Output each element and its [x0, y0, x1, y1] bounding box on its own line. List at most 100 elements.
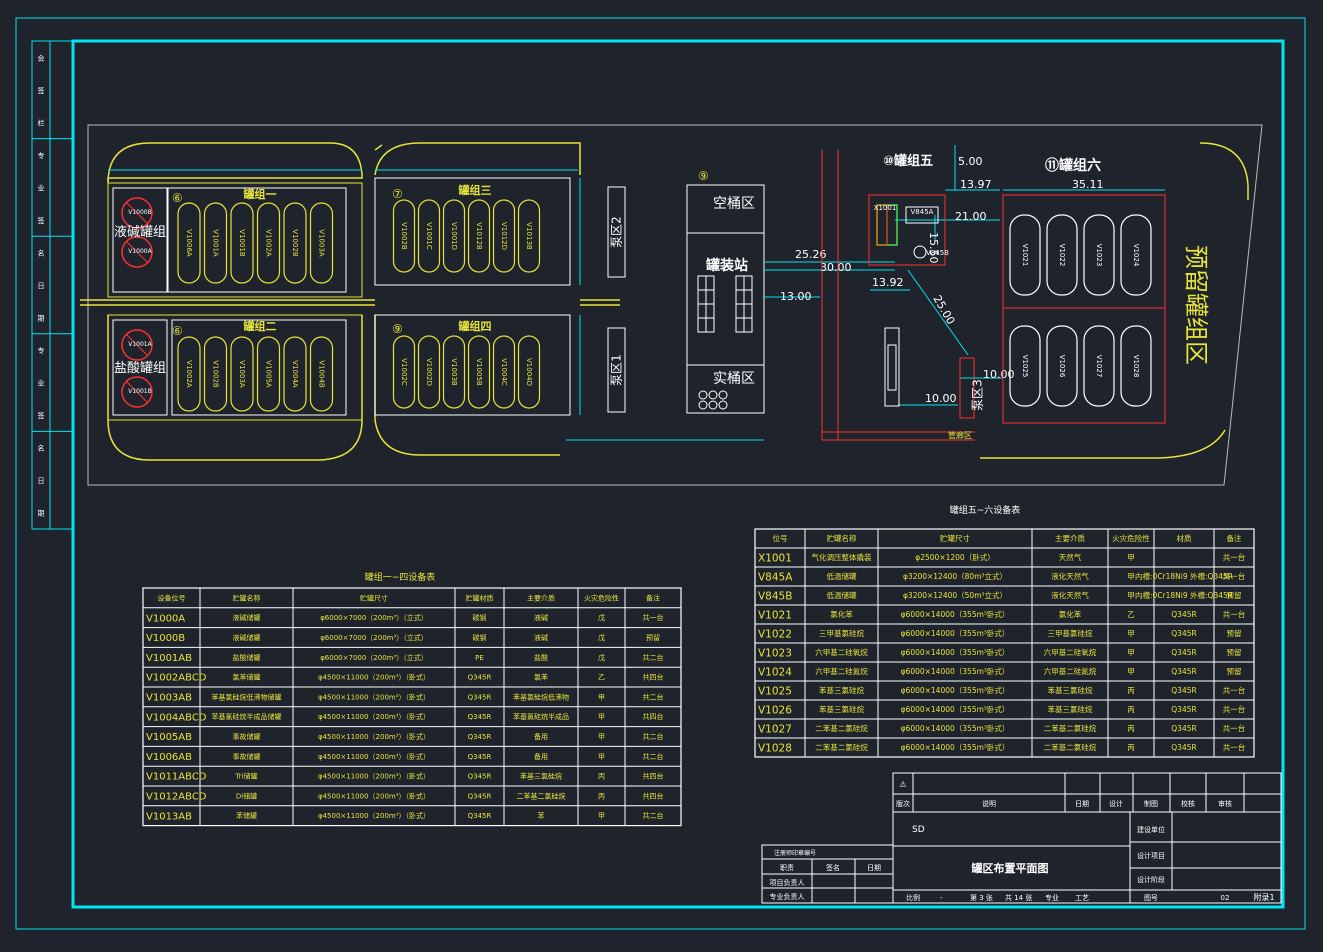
- storage-tank[interactable]: V1013B: [517, 199, 541, 273]
- filling-station[interactable]: ⑨ 空桶区 罐装站 实桶区: [686, 169, 765, 414]
- table-cell: φ4500×11000（200m³）（卧式）: [318, 772, 430, 781]
- group-title: ⑪罐组六: [1045, 157, 1101, 174]
- storage-tank[interactable]: V1028: [1120, 325, 1152, 407]
- tank-tag: V845A: [911, 208, 934, 216]
- field-label: 项目负责人: [770, 878, 805, 887]
- table-cell: 共一台: [1223, 609, 1246, 619]
- storage-tank[interactable]: V1004A: [283, 336, 307, 412]
- station-number: ⑨: [698, 169, 709, 183]
- tank-group-6[interactable]: ⑪罐组六 V1021 V1022 V1023 V1024 V1025 V1026 V1027…: [1003, 157, 1165, 407]
- tank-tag: V1012D: [500, 222, 508, 250]
- tank-tag: V1002A: [185, 360, 193, 388]
- table-cell: φ6000×7000（200m³）（立式）: [320, 653, 428, 662]
- table-cell: V1006AB: [146, 752, 192, 763]
- storage-tank[interactable]: V1002B: [203, 336, 228, 412]
- storage-tank[interactable]: V1004B: [309, 336, 334, 412]
- table-cell: Q345R: [1171, 743, 1196, 752]
- discipline-value: 工艺: [1075, 894, 1089, 902]
- table-cell: 盐酸储罐: [233, 653, 261, 662]
- storage-tank[interactable]: V1024: [1120, 214, 1152, 296]
- equipment-table-1[interactable]: 罐组一~四设备表 设备位号 贮罐名称 贮罐尺寸 贮罐材质 主要介质 火灾危险性 备注 V100…: [142, 571, 682, 827]
- storage-tank[interactable]: V1005B: [467, 335, 491, 409]
- margin-label: 签: [38, 86, 45, 95]
- storage-tank[interactable]: V1001D: [442, 199, 466, 273]
- dim-label: 5.00: [958, 155, 983, 168]
- table-header-cell: 材质: [1177, 533, 1193, 543]
- tank-tag: V1028: [1132, 355, 1140, 378]
- table-cell: V1001AB: [146, 653, 192, 664]
- table-cell: 苯: [538, 811, 545, 820]
- table-cell: 共四台: [643, 772, 664, 781]
- tank-group-4[interactable]: ⑨ 罐组四 V1002C V1002D V1003B V1005B V1004C V100…: [374, 314, 571, 416]
- storage-tank[interactable]: V1004D: [517, 335, 541, 409]
- pump-area-2[interactable]: 泵区2: [607, 186, 626, 278]
- storage-tank[interactable]: V1003A: [230, 336, 254, 412]
- storage-tank[interactable]: V1003B: [442, 335, 466, 409]
- storage-tank[interactable]: V1001A: [203, 202, 228, 284]
- table-cell: Q345R: [468, 753, 492, 761]
- field-label: 注册师印章编号: [774, 849, 816, 857]
- pump-area-label: 泵区2: [610, 216, 624, 248]
- storage-tank[interactable]: V1026: [1046, 325, 1078, 407]
- storage-tank[interactable]: V1025: [1009, 325, 1041, 407]
- storage-tank[interactable]: V1022: [1046, 214, 1078, 296]
- storage-tank[interactable]: V1003A: [309, 202, 334, 284]
- table-cell: φ3200×12400（80m³立式）: [903, 571, 1007, 581]
- table-cell: 氯化苯: [830, 609, 853, 619]
- storage-tank[interactable]: V1001C: [417, 199, 441, 273]
- storage-tank[interactable]: V1002C: [392, 335, 416, 409]
- storage-tank[interactable]: V1002A: [177, 336, 201, 412]
- storage-tank[interactable]: V1006A: [177, 202, 201, 284]
- storage-tank[interactable]: V1002B: [392, 199, 416, 273]
- field-label: 职责: [780, 863, 794, 872]
- storage-tank[interactable]: V1012B: [467, 199, 491, 273]
- storage-tank[interactable]: V1002B: [283, 202, 307, 284]
- storage-tank[interactable]: V1002A: [256, 202, 281, 284]
- margin-label: 签: [38, 411, 45, 420]
- table-cell: φ6000×14000（355m³卧式）: [901, 647, 1010, 657]
- table-cell: 甲: [1127, 572, 1135, 581]
- tank-group-3[interactable]: ⑦ 罐组三 V1002B V1001C V1001D V1012B V1012D V101…: [374, 177, 571, 286]
- storage-tank[interactable]: V1002D: [417, 335, 441, 409]
- storage-tank[interactable]: V1004C: [492, 335, 516, 409]
- table-cell: Q345R: [1171, 648, 1196, 657]
- group-title: 罐组三: [458, 183, 492, 197]
- storage-tank[interactable]: V1005A: [256, 336, 281, 412]
- tank-tag: V1005A: [265, 360, 273, 388]
- storage-tank[interactable]: V1012D: [492, 199, 516, 273]
- table-cell: 预留: [1227, 628, 1242, 638]
- table-cell: φ4500×11000（200m³）（卧式）: [318, 732, 430, 741]
- table-header-cell: 设备位号: [158, 593, 186, 602]
- table-cell: 乙: [598, 674, 605, 682]
- pump-area-1[interactable]: 泵区1: [607, 327, 626, 413]
- equipment-table-2[interactable]: 罐组五~六设备表 位号 贮罐名称 贮罐尺寸 主要介质 火灾危险性 材质 备注 X1001 气化调…: [754, 504, 1255, 758]
- table-cell: 事故储罐: [233, 752, 261, 761]
- storage-tank[interactable]: V1021: [1009, 214, 1041, 296]
- margin-label: 名: [38, 248, 45, 257]
- field-label: 图号: [1144, 894, 1158, 902]
- table-cell: PE: [475, 654, 484, 662]
- group-side-label: 液碱罐组: [114, 225, 166, 240]
- margin-sign-strip: 会签栏专业签名日期专业签名日期: [31, 40, 73, 530]
- table-cell: φ6000×7000（200m³）（立式）: [320, 613, 428, 622]
- tank-group-1[interactable]: V1000B V1000A 液碱罐组 ⑥ 罐组一 V1006A V1001A V10…: [107, 182, 363, 298]
- table-cell: Q345R: [468, 713, 492, 721]
- sheet-total: 共 14 张: [1005, 893, 1032, 902]
- storage-tank[interactable]: V1023: [1083, 214, 1115, 296]
- table-cell: 内槽:0Cr18Ni9 外槽:Q345R: [1135, 571, 1233, 581]
- title-block[interactable]: ⚠ 版次 说明 日期 设计 制图 校核 审核 SD 罐区布置平面图 建设单位 设…: [761, 772, 1282, 904]
- cad-drawing-viewport[interactable]: 会签栏专业签名日期专业签名日期 V1000B V1000A 液碱罐组 ⑥ 罐组一…: [0, 0, 1323, 948]
- storage-tank[interactable]: V1027: [1083, 325, 1115, 407]
- table-cell: 预留: [1227, 590, 1242, 600]
- table-cell: 共一台: [1223, 552, 1246, 562]
- scale-value: -: [940, 894, 943, 902]
- table-cell: Q345R: [468, 693, 492, 701]
- table-cell: φ4500×11000（200m³）（卧式）: [318, 811, 430, 820]
- storage-tank[interactable]: V1001B: [230, 202, 254, 284]
- table-cell: 事故储罐: [233, 732, 261, 741]
- margin-label: 专: [38, 346, 45, 355]
- pump-area-3[interactable]: 泵区3: [971, 379, 985, 411]
- sheet-number: 第 3 张: [970, 893, 993, 902]
- table-cell: 低温储罐: [827, 590, 857, 600]
- tank-group-2[interactable]: V1001A V1001B 盐酸罐组 ⑥ 罐组二 V1002A V1002B V10…: [107, 314, 363, 421]
